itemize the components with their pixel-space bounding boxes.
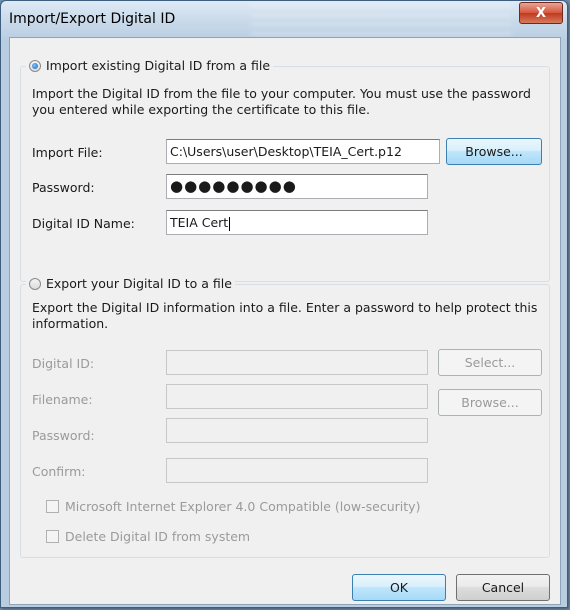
- export-confirm-label: Confirm:: [32, 464, 86, 479]
- import-browse-button[interactable]: Browse...: [446, 138, 542, 165]
- export-confirm-input[interactable]: [166, 458, 428, 483]
- export-browse-label: Browse...: [461, 395, 519, 410]
- import-file-input[interactable]: C:\Users\user\Desktop\TEIA_Cert.p12: [166, 139, 440, 164]
- export-browse-button[interactable]: Browse...: [438, 389, 542, 416]
- ok-label: OK: [389, 580, 409, 595]
- export-password-label: Password:: [32, 428, 95, 443]
- ie-compat-option[interactable]: Microsoft Internet Explorer 4.0 Compatib…: [46, 499, 420, 514]
- ie-compat-checkbox[interactable]: [46, 500, 59, 513]
- digital-id-name-value: TEIA Cert: [170, 215, 229, 230]
- ie-compat-label: Microsoft Internet Explorer 4.0 Compatib…: [65, 499, 421, 514]
- export-select-label: Select...: [464, 355, 516, 370]
- cancel-button[interactable]: Cancel: [456, 574, 550, 601]
- digital-id-name-label: Digital ID Name:: [32, 216, 135, 231]
- password-input[interactable]: ●●●●●●●●●: [166, 174, 428, 199]
- export-radio[interactable]: [29, 277, 41, 290]
- export-description: Export the Digital ID information into a…: [32, 300, 538, 331]
- export-radio-label: Export your Digital ID to a file: [46, 276, 232, 291]
- import-radio-label: Import existing Digital ID from a file: [46, 58, 271, 73]
- import-file-label: Import File:: [32, 145, 103, 160]
- window-title: Import/Export Digital ID: [9, 11, 176, 27]
- background-blur: [251, 4, 511, 38]
- export-digital-id-label: Digital ID:: [32, 356, 95, 371]
- text-caret: [229, 216, 231, 231]
- delete-id-label: Delete Digital ID from system: [65, 529, 251, 544]
- dialog-window: Import/Export Digital ID X Import existi…: [0, 0, 568, 608]
- import-radio-option[interactable]: Import existing Digital ID from a file: [26, 58, 274, 73]
- delete-id-option[interactable]: Delete Digital ID from system: [46, 529, 250, 544]
- export-radio-option[interactable]: Export your Digital ID to a file: [26, 276, 235, 291]
- cancel-label: Cancel: [481, 580, 525, 595]
- digital-id-name-input[interactable]: TEIA Cert: [166, 210, 428, 235]
- title-bar[interactable]: Import/Export Digital ID X: [1, 1, 567, 38]
- dialog-client: Import existing Digital ID from a file I…: [9, 37, 561, 605]
- export-filename-label: Filename:: [32, 392, 93, 407]
- ok-button[interactable]: OK: [352, 574, 446, 601]
- close-button[interactable]: X: [519, 2, 563, 24]
- import-radio[interactable]: [29, 59, 41, 72]
- import-description: Import the Digital ID from the file to y…: [32, 86, 531, 117]
- close-icon: X: [535, 5, 547, 21]
- delete-id-checkbox[interactable]: [46, 530, 59, 543]
- password-label: Password:: [32, 180, 95, 195]
- export-filename-input[interactable]: [166, 384, 428, 409]
- export-password-input[interactable]: [166, 418, 428, 443]
- import-browse-label: Browse...: [465, 144, 523, 159]
- export-digital-id-input[interactable]: [166, 350, 428, 375]
- export-select-button[interactable]: Select...: [438, 349, 542, 376]
